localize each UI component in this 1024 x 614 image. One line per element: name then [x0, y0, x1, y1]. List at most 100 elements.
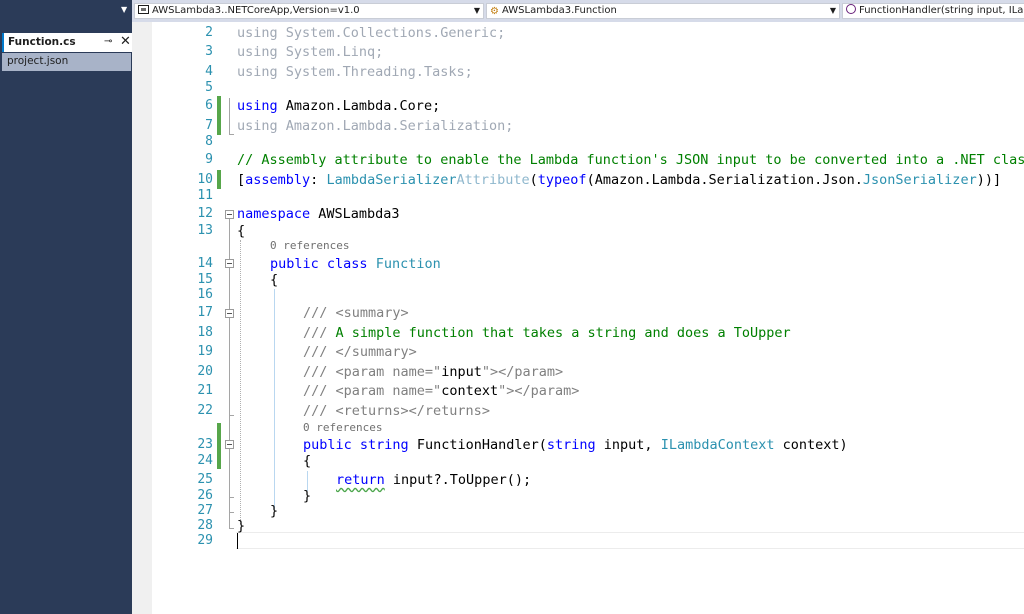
code-text: } — [237, 518, 246, 534]
codelens-references[interactable]: 0 references — [270, 239, 349, 253]
doc-comment-value: input — [441, 364, 482, 380]
outline-line — [229, 98, 230, 134]
line-number: 6 — [205, 98, 213, 113]
collapse-summary-icon[interactable] — [225, 309, 234, 318]
type-name: ILambdaContext — [660, 437, 775, 453]
line-number: 19 — [197, 344, 213, 359]
type-name: LambdaSerializer — [326, 172, 457, 188]
doc-comment-tag: "></param> — [481, 364, 564, 380]
code-line-26: } — [303, 488, 311, 504]
code-line-15: { — [270, 272, 278, 288]
code-text: ( — [529, 172, 538, 188]
project-icon — [138, 5, 149, 14]
line-number: 25 — [197, 472, 213, 487]
doc-comment-tag: <returns></returns> — [335, 403, 490, 419]
member-dropdown[interactable]: FunctionHandler(string input, ILambdaCon… — [842, 3, 1024, 19]
member-dropdown-label: FunctionHandler(string input, ILambdaCon… — [859, 5, 1024, 16]
indent-guide — [240, 240, 242, 524]
code-text: } — [303, 488, 312, 504]
doc-comment-prefix: /// — [303, 344, 336, 360]
code-text: Amazon.Lambda.Core; — [277, 98, 441, 114]
code-line-24: { — [303, 453, 311, 469]
change-indicator — [217, 96, 221, 135]
code-text: FunctionHandler( — [408, 437, 547, 453]
line-number: 20 — [197, 364, 213, 379]
code-text: { — [303, 453, 312, 469]
keyword: public — [303, 437, 352, 453]
chevron-down-icon[interactable]: ▼ — [474, 4, 480, 18]
keyword: using — [237, 25, 278, 41]
keyword: string — [546, 437, 596, 453]
code-line-25: return input?.ToUpper(); — [336, 472, 531, 488]
code-line-10: [assembly: LambdaSerializerAttribute(typ… — [237, 172, 1001, 188]
line-number: 17 — [197, 305, 213, 320]
close-icon[interactable]: ✕ — [120, 34, 131, 49]
code-text: : — [310, 172, 327, 188]
collapse-namespace-icon[interactable] — [225, 210, 234, 219]
keyword: namespace — [237, 206, 311, 222]
chevron-down-icon[interactable]: ▼ — [830, 4, 836, 18]
code-line-12: namespace AWSLambda3 — [237, 206, 400, 222]
line-number: 11 — [197, 188, 213, 203]
codelens-references[interactable]: 0 references — [303, 421, 382, 435]
code-line-19: /// </summary> — [303, 344, 417, 360]
line-number: 16 — [197, 287, 213, 302]
keyword: public — [270, 256, 319, 272]
code-text: { — [237, 223, 246, 239]
code-line-14: public class Function — [270, 256, 441, 272]
line-number: 22 — [197, 403, 213, 418]
change-indicator — [217, 423, 221, 469]
code-text: System.Linq; — [277, 44, 384, 60]
text-cursor — [237, 533, 238, 549]
code-line-21: /// <param name="context"></param> — [303, 383, 579, 399]
pin-icon[interactable]: ⊸ — [104, 36, 112, 47]
code-text: { — [270, 272, 279, 288]
code-text: ))] — [976, 172, 1002, 188]
keyword: string — [359, 437, 409, 453]
keyword: using — [237, 44, 278, 60]
code-text: input, — [595, 437, 661, 453]
code-text: [ — [237, 172, 246, 188]
keyword-with-suggestion[interactable]: return — [336, 472, 385, 488]
tab-project-json[interactable]: project.json — [2, 53, 131, 71]
navigation-bar: ▼ AWSLambda3..NETCoreApp,Version=v1.0 ▼ … — [0, 0, 1024, 22]
code-line-3: using System.Linq; — [237, 44, 383, 60]
type-dropdown[interactable]: ⚙ AWSLambda3.Function ▼ — [486, 3, 840, 19]
doc-comment-prefix: /// — [303, 403, 336, 419]
line-number: 29 — [197, 533, 213, 548]
type-name: Function — [375, 256, 441, 272]
collapse-class-icon[interactable] — [225, 259, 234, 268]
line-number: 26 — [197, 488, 213, 503]
project-dropdown-label: AWSLambda3..NETCoreApp,Version=v1.0 — [152, 5, 360, 16]
project-dropdown[interactable]: AWSLambda3..NETCoreApp,Version=v1.0 ▼ — [134, 3, 484, 19]
doc-comment-prefix: /// — [303, 364, 336, 380]
tab-label: Function.cs — [8, 36, 76, 48]
collapse-method-icon[interactable] — [225, 440, 234, 449]
toolbar-dropdown-arrow-icon[interactable]: ▼ — [121, 5, 127, 14]
code-text: System.Threading.Tasks; — [277, 64, 473, 80]
keyword: using — [237, 118, 278, 134]
line-number: 2 — [205, 25, 213, 40]
doc-comment-value: context — [441, 383, 499, 399]
code-line-20: /// <param name="input"></param> — [303, 364, 563, 380]
editor-left-margin — [132, 22, 152, 614]
doc-comment-prefix: /// — [303, 383, 336, 399]
method-icon — [846, 4, 856, 14]
code-text: context) — [774, 437, 848, 453]
line-number: 18 — [197, 325, 213, 340]
line-number: 7 — [205, 118, 213, 133]
code-text: System.Collections.Generic; — [277, 25, 506, 41]
doc-comment-text: A simple function that takes a string an… — [335, 325, 791, 341]
line-number: 15 — [197, 272, 213, 287]
tab-function-cs[interactable]: Function.cs ⊸ ✕ — [2, 33, 133, 52]
code-line-22: /// <returns></returns> — [303, 403, 490, 419]
code-text: AWSLambda3 — [310, 206, 400, 222]
code-line-27: } — [270, 503, 278, 519]
doc-comment-tag: <param name=" — [335, 364, 442, 380]
keyword: using — [237, 64, 278, 80]
line-number: 28 — [197, 518, 213, 533]
code-line-7: using Amazon.Lambda.Serialization; — [237, 118, 513, 134]
doc-comment-tag: "></param> — [498, 383, 580, 399]
toolbar-left-spacer: ▼ — [0, 0, 132, 22]
code-line-28: } — [237, 518, 245, 534]
